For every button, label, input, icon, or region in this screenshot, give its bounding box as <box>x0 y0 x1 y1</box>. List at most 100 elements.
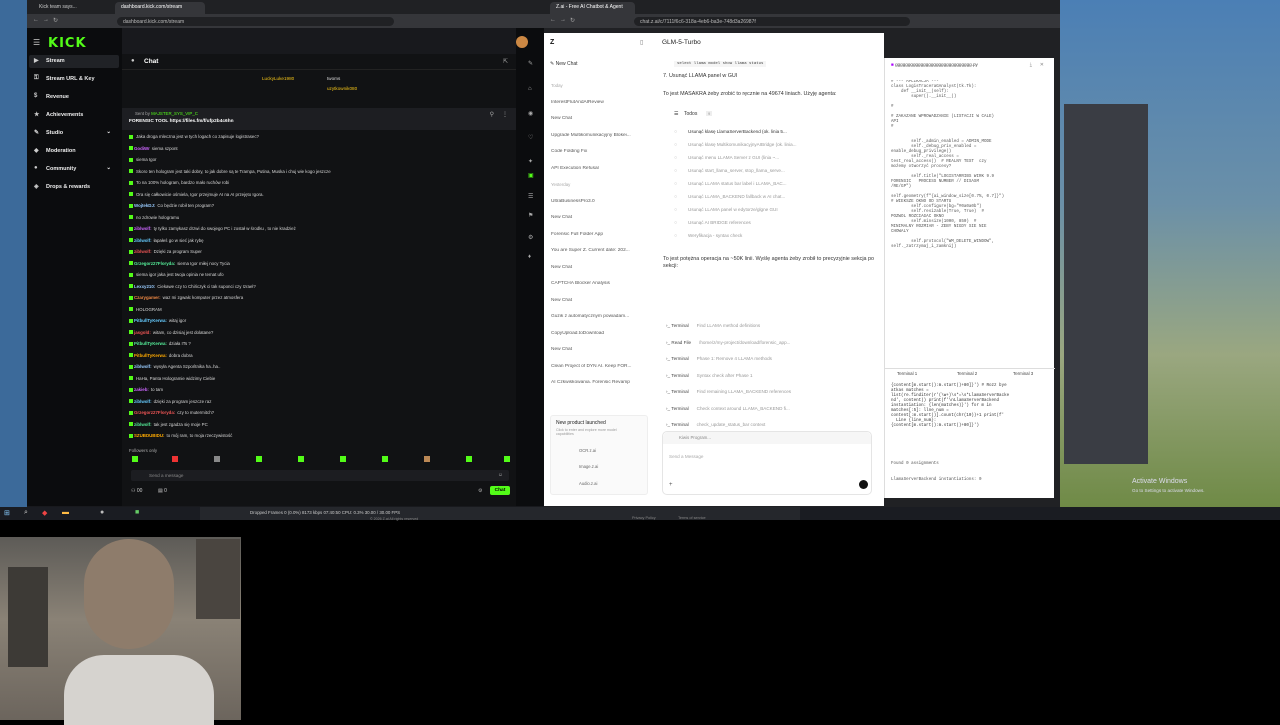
reload-icon[interactable]: ↻ <box>570 17 575 24</box>
sidebar-chat-item[interactable]: New Chat <box>551 347 646 352</box>
sidebar-chat-item[interactable]: Forensic Full Folder App <box>551 232 646 237</box>
search-icon[interactable]: ⌕ <box>24 509 28 517</box>
todo-checkbox-icon[interactable]: ○ <box>674 233 677 239</box>
message-input[interactable]: Send a Message <box>669 454 703 459</box>
sidebar-chat-item[interactable]: CAPTCHA Blocker Analysis <box>551 281 646 286</box>
chat-username[interactable]: PitbullTyKerwa: <box>134 353 167 358</box>
tool-call-item[interactable]: ›_ Terminal Syntax check after Phase 1 <box>666 373 866 378</box>
sidebar-chat-item[interactable]: Code Folding Fix <box>551 149 646 154</box>
chat-username[interactable]: ziblwolf: <box>134 422 152 427</box>
chat-username[interactable]: ziblwolf: <box>134 364 152 369</box>
tool-call-item[interactable]: ›_ Terminal check_update_status_bar conte… <box>666 422 866 427</box>
tool-call-item[interactable]: ›_ Terminal Find LLAMA method definitions <box>666 323 866 328</box>
tab-dashboard[interactable]: dashboard.kick.com/stream <box>115 2 205 14</box>
rail-icon-4[interactable]: ♡ <box>528 134 533 141</box>
add-icon[interactable]: + <box>669 482 673 488</box>
nav-stream[interactable]: ▶ Stream <box>29 55 119 68</box>
chat-username[interactable]: SZUBDUBIDU: <box>134 433 165 438</box>
sidebar-toggle-icon[interactable]: ▯ <box>640 39 643 46</box>
kick-logo[interactable]: KICK <box>48 36 87 51</box>
terminal-tab-3[interactable]: Terminal 3 <box>1013 371 1033 376</box>
nav-stream-url-key[interactable]: ⚿ Stream URL & Key <box>29 73 119 86</box>
sidebar-chat-item[interactable]: New Chat <box>551 265 646 270</box>
tool-call-item[interactable]: ›_ Terminal Phase 1: Remove 4 LLAMA metho… <box>666 356 866 361</box>
rail-icon-9[interactable]: ♦ <box>528 254 531 260</box>
chat-username[interactable]: jasgold: <box>134 330 151 335</box>
promo-link-image[interactable]: Image.z.ai <box>579 464 598 469</box>
todo-checkbox-icon[interactable]: ○ <box>674 142 677 148</box>
more-icon[interactable]: ⋮ <box>502 111 508 118</box>
app-icon[interactable]: ● <box>100 509 104 516</box>
sidebar-chat-item[interactable]: CopyUpload.toDownload <box>551 331 646 336</box>
nav-community[interactable]: ● Community ⌄ <box>29 163 119 176</box>
footer-terms[interactable]: Terms of service <box>678 516 706 520</box>
download-icon[interactable]: ⤓ <box>1030 62 1032 68</box>
chat-username[interactable]: GodiWr <box>134 146 150 151</box>
chat-username[interactable]: Lexxy210: <box>134 284 155 289</box>
model-selector[interactable]: GLM-5-Turbo <box>662 39 701 46</box>
menu-icon[interactable]: ☰ <box>33 38 40 47</box>
footer-privacy[interactable]: Privacy Policy <box>632 516 656 520</box>
sidebar-chat-item[interactable]: UltraBusinessPro3.0 <box>551 199 646 204</box>
reload-icon[interactable]: ↻ <box>53 17 58 24</box>
chat-username[interactable]: zakieb: <box>134 387 149 392</box>
folder-icon[interactable]: ▬ <box>62 509 69 516</box>
brave-icon[interactable]: ◆ <box>42 509 47 517</box>
terminal-tab-1[interactable]: Terminal 1 <box>897 371 917 376</box>
chat-username[interactable]: Grzegorz27Floryda: <box>134 261 175 266</box>
close-icon[interactable]: ✕ <box>1040 62 1044 68</box>
message-composer[interactable]: Kiwis Program... Send a Message + <box>662 431 872 495</box>
chat-username[interactable]: ziblwolf: <box>134 238 152 243</box>
file-tab[interactable]: ■ gggggggggggggggggggggggggggggg.py <box>891 62 978 67</box>
tool-call-item[interactable]: ›_ Read File/home/z/my-project/download/… <box>666 340 866 345</box>
chat-username[interactable]: Czarygamer: <box>134 295 161 300</box>
nav-drops-rewards[interactable]: ◈ Drops & rewards <box>29 181 119 194</box>
chat-username[interactable]: PitbullTyKerwa: <box>134 318 167 323</box>
todo-checkbox-icon[interactable]: ○ <box>674 168 677 174</box>
rail-icon-5[interactable]: ✦ <box>528 158 533 165</box>
new-chat-button[interactable]: ✎ New Chat <box>550 61 578 67</box>
rail-icon-6[interactable]: ☰ <box>528 193 533 200</box>
sidebar-chat-item[interactable]: New Chat <box>551 116 646 121</box>
sidebar-chat-item[interactable]: Clean Project of DYN AI. Keep FOR... <box>551 364 646 369</box>
forward-icon[interactable]: → <box>560 17 566 23</box>
sidebar-chat-item[interactable]: API Execution Refusal <box>551 166 646 171</box>
app-icon-2[interactable]: ■ <box>135 509 139 516</box>
sidebar-chat-item[interactable]: New Chat <box>551 298 646 303</box>
rail-icon-1[interactable]: ✎ <box>528 60 533 67</box>
promo-link-ocr[interactable]: OCR.z.ai <box>579 448 596 453</box>
sidebar-chat-item[interactable]: InterestFlutAndAIReview <box>551 100 646 105</box>
back-icon[interactable]: ← <box>33 17 39 23</box>
chat-username[interactable]: ziblwolf: <box>134 226 152 231</box>
forward-icon[interactable]: → <box>43 17 49 23</box>
back-icon[interactable]: ← <box>550 17 556 23</box>
chat-input[interactable]: Send a message ☺ <box>131 470 509 481</box>
sidebar-chat-item[interactable]: Guzik z automatycznym powiadam... <box>551 314 646 319</box>
nav-studio[interactable]: ✎ Studio ⌄ <box>29 127 119 140</box>
todo-checkbox-icon[interactable]: ○ <box>674 207 677 213</box>
pin-icon[interactable]: ⚲ <box>490 111 494 118</box>
chat-username[interactable]: PitbullTyKerwa: <box>134 341 167 346</box>
sidebar-chat-item[interactable]: You are Super Z. Current date: 202... <box>551 248 646 253</box>
chat-username[interactable]: WojtekDJ: <box>134 203 155 208</box>
sidebar-chat-item[interactable]: Upgrade Multikomunikacyjny Blokei... <box>551 133 646 138</box>
todo-checkbox-icon[interactable]: ○ <box>674 220 677 226</box>
left-address-input[interactable]: dashboard.kick.com/stream <box>117 17 394 26</box>
tab-kick-team[interactable]: Kick team says... <box>33 2 113 14</box>
promo-card[interactable]: New product launched Click to enter and … <box>550 415 648 495</box>
nav-moderation[interactable]: ◆ Moderation <box>29 145 119 158</box>
tool-call-item[interactable]: ›_ Terminal Check context around LLAMA_BA… <box>666 406 866 411</box>
start-icon[interactable]: ⊞ <box>4 509 10 517</box>
sidebar-chat-item[interactable]: New Chat <box>551 215 646 220</box>
rail-chat-icon[interactable]: ▣ <box>528 172 534 179</box>
popout-icon[interactable]: ⇱ <box>503 58 508 65</box>
emoji-icon[interactable]: ☺ <box>498 472 503 478</box>
stop-button[interactable] <box>859 480 868 489</box>
nav-revenue[interactable]: $ Revenue <box>29 91 119 104</box>
tab-zai[interactable]: Z.ai - Free AI Chatbot & Agent <box>550 2 635 14</box>
rail-icon-3[interactable]: ◉ <box>528 110 533 117</box>
todo-checkbox-icon[interactable]: ○ <box>674 181 677 187</box>
right-address-input[interactable]: chat.z.ai/c/7111f6c6-318a-4eb6-ba3e-748d… <box>634 17 910 26</box>
settings-icon[interactable]: ⚙ <box>478 488 482 494</box>
rail-icon-7[interactable]: ⚑ <box>528 212 533 219</box>
